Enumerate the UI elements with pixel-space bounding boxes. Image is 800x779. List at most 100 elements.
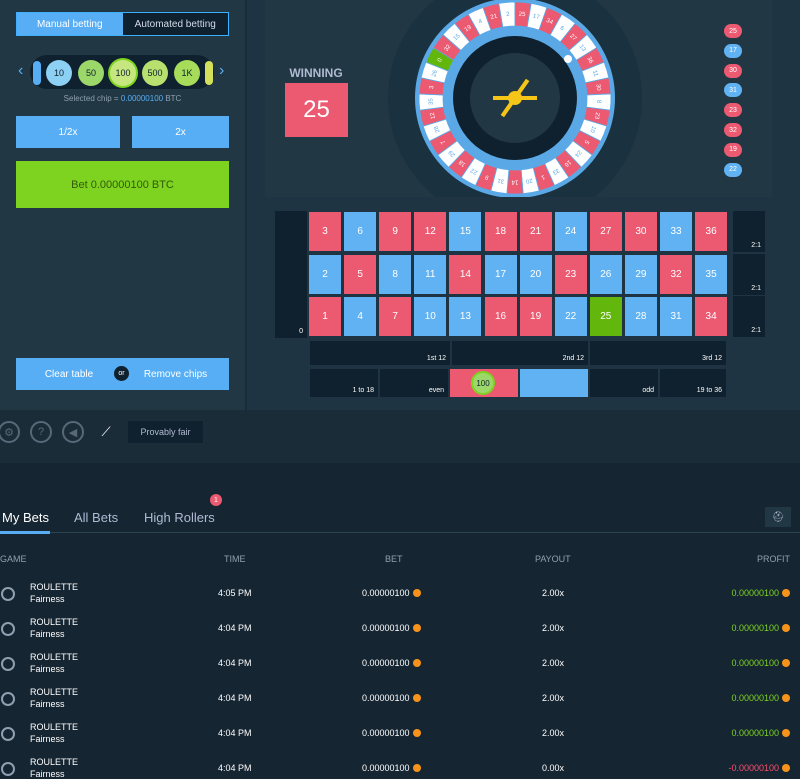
placed-chip[interactable]: 100	[471, 371, 495, 395]
winning-number: 25	[285, 83, 348, 137]
chip-edge	[33, 61, 41, 85]
roulette-icon	[1, 762, 15, 776]
board-number[interactable]: 17	[484, 255, 517, 294]
game-cell[interactable]: ROULETTE Fairness	[30, 686, 78, 710]
board-number[interactable]: 20	[519, 255, 552, 294]
bet-even[interactable]: even	[380, 369, 448, 397]
table-row[interactable]: ROULETTE Fairness 4:04 PM 0.00000100 2.00x 0.…	[0, 651, 800, 686]
board-number[interactable]: 3	[309, 212, 341, 251]
board-number[interactable]: 15	[449, 212, 482, 251]
board-number[interactable]: 24	[554, 212, 587, 251]
board-number[interactable]: 2	[309, 255, 341, 294]
bet-blue[interactable]	[520, 369, 588, 397]
bet-odd[interactable]: odd	[590, 369, 658, 397]
table-row[interactable]: ROULETTE Fairness 4:04 PM 0.00000100 2.00x 0.…	[0, 616, 800, 651]
remove-chips-button[interactable]: Remove chips	[122, 358, 229, 390]
game-cell[interactable]: ROULETTE Fairness	[30, 756, 78, 779]
board-number[interactable]: 6	[344, 212, 377, 251]
board-number[interactable]: 5	[344, 255, 377, 294]
board-number[interactable]: 4	[344, 297, 377, 336]
manual-betting-tab[interactable]: Manual betting	[17, 13, 123, 35]
game-cell[interactable]: ROULETTE Fairness	[30, 721, 78, 745]
column-bet[interactable]: 2:1	[733, 211, 765, 252]
half-bet-button[interactable]: 1/2x	[16, 116, 120, 148]
clear-table-button[interactable]: Clear table	[16, 358, 122, 390]
dozen-1[interactable]: 1st 12	[310, 341, 450, 365]
stats-icon[interactable]: ⟋	[94, 421, 118, 443]
board-number[interactable]: 27	[589, 212, 622, 251]
dozen-3[interactable]: 3rd 12	[590, 341, 726, 365]
chip-10[interactable]: 10	[46, 60, 72, 86]
help-icon[interactable]: ?	[30, 421, 52, 443]
automated-betting-tab[interactable]: Automated betting	[122, 13, 228, 35]
board-number[interactable]: 28	[624, 297, 657, 336]
chip-50[interactable]: 50	[78, 60, 104, 86]
board-number[interactable]: 8	[379, 255, 412, 294]
board-number[interactable]: 29	[624, 255, 657, 294]
provably-fair-button[interactable]: Provably fair	[128, 421, 203, 443]
bet-1-to-18[interactable]: 1 to 18	[310, 369, 378, 397]
bet-button[interactable]: Bet 0.00000100 BTC	[16, 161, 229, 208]
selected-chip-info: Selected chip = 0.00000100 BTC	[63, 94, 182, 103]
board-number[interactable]: 32	[660, 255, 692, 294]
board-number[interactable]: 36	[695, 212, 728, 251]
board-number[interactable]: 13	[449, 297, 482, 336]
dozen-2[interactable]: 2nd 12	[452, 341, 588, 365]
board-number[interactable]: 11	[414, 255, 447, 294]
board-number[interactable]: 7	[379, 297, 412, 336]
table-row[interactable]: ROULETTE Fairness 4:04 PM 0.00000100 0.00x -0…	[0, 756, 800, 779]
wheel-pocket-label: 25	[518, 12, 526, 19]
column-bet[interactable]: 2:1	[733, 296, 765, 337]
board-number[interactable]: 23	[554, 255, 587, 294]
board-number[interactable]: 1	[309, 297, 341, 336]
col-payout: PAYOUT	[535, 554, 571, 564]
payout-cell: 2.00x	[542, 623, 565, 633]
board-number[interactable]: 26	[589, 255, 622, 294]
chip-100[interactable]: 100	[110, 60, 136, 86]
payout-cell: 2.00x	[542, 588, 565, 598]
board-number[interactable]: 35	[695, 255, 728, 294]
board-number[interactable]: 9	[379, 212, 412, 251]
board-number[interactable]: 22	[554, 297, 587, 336]
board-number[interactable]: 30	[624, 212, 657, 251]
incognito-icon[interactable]: ⛑	[765, 507, 791, 527]
chip-1k[interactable]: 1K	[174, 60, 200, 86]
table-row[interactable]: ROULETTE Fairness 4:04 PM 0.00000100 2.00x 0.…	[0, 686, 800, 721]
board-number[interactable]: 25	[589, 297, 622, 336]
tab-high-rollers[interactable]: High Rollers	[144, 510, 215, 525]
btc-icon	[782, 729, 790, 737]
tab-all-bets[interactable]: All Bets	[74, 510, 118, 525]
table-row[interactable]: ROULETTE Fairness 4:04 PM 0.00000100 2.00x 0.…	[0, 721, 800, 756]
board-number[interactable]: 18	[484, 212, 517, 251]
tab-my-bets[interactable]: My Bets	[2, 510, 49, 525]
time-cell: 4:05 PM	[218, 588, 252, 598]
table-row[interactable]: ROULETTE Fairness 4:05 PM 0.00000100 2.00x 0.…	[0, 581, 800, 616]
chevron-left-icon[interactable]: ‹	[18, 62, 23, 80]
board-number[interactable]: 34	[695, 297, 728, 336]
time-cell: 4:04 PM	[218, 693, 252, 703]
board-number[interactable]: 10	[414, 297, 447, 336]
sound-icon[interactable]: ◀	[62, 421, 84, 443]
board-number[interactable]: 33	[660, 212, 692, 251]
board-number[interactable]: 31	[660, 297, 692, 336]
or-separator: or	[114, 366, 129, 381]
col-bet: BET	[385, 554, 403, 564]
column-bet[interactable]: 2:1	[733, 254, 765, 295]
board-number[interactable]: 12	[414, 212, 447, 251]
board-number[interactable]: 19	[519, 297, 552, 336]
zero-cell[interactable]: 0	[275, 211, 307, 338]
board-number[interactable]: 16	[484, 297, 517, 336]
bet-19-to-36[interactable]: 19 to 36	[660, 369, 726, 397]
game-cell[interactable]: ROULETTE Fairness	[30, 651, 78, 675]
board-number[interactable]: 14	[449, 255, 482, 294]
double-bet-button[interactable]: 2x	[132, 116, 229, 148]
btc-icon	[412, 694, 421, 702]
chip-500[interactable]: 500	[142, 60, 168, 86]
board-number[interactable]: 21	[519, 212, 552, 251]
game-cell[interactable]: ROULETTE Fairness	[30, 581, 78, 605]
chevron-right-icon[interactable]: ›	[219, 62, 224, 80]
history-result: 22	[724, 162, 742, 177]
game-cell[interactable]: ROULETTE Fairness	[30, 616, 78, 640]
gear-icon[interactable]: ⚙	[0, 421, 20, 443]
history-result: 32	[724, 123, 742, 137]
